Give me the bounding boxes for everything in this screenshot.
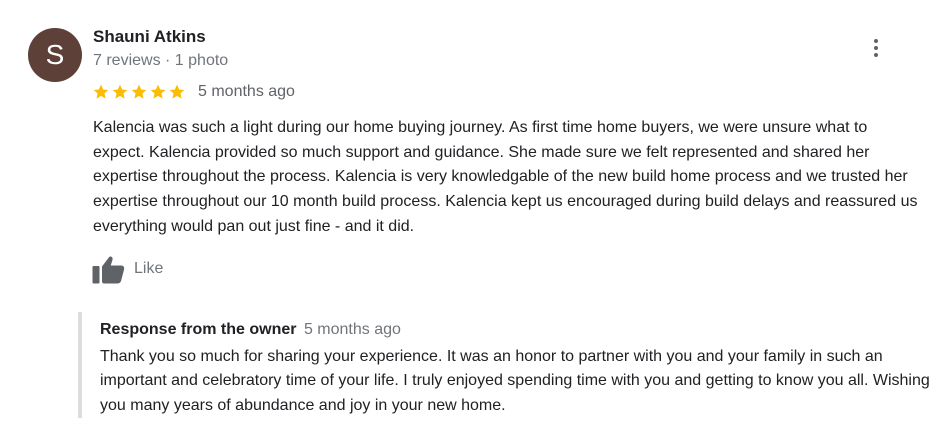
star-icon [169,84,185,99]
star-icon [131,84,147,99]
star-icon [150,84,166,99]
avatar[interactable]: S [28,28,82,82]
more-vert-icon [874,39,878,43]
owner-response-date: 5 months ago [303,321,401,338]
reviewer-meta: 7 reviews · 1 photo [93,52,229,69]
rating-row: 5 months ago [92,81,295,103]
owner-response-header: Response from the owner 5 months ago [100,321,401,339]
reviewer-name[interactable]: Shauni Atkins [93,27,206,47]
thumbs-up-icon [92,255,125,283]
star-icon [93,84,109,99]
star-icon [112,84,128,99]
owner-response-title: Response from the owner [100,321,297,338]
like-label: Like [134,260,164,277]
like-button[interactable]: Like [92,254,163,284]
review-text: Kalencia was such a light during our hom… [93,119,918,235]
review-date: 5 months ago [198,83,295,100]
more-options-button[interactable] [862,34,890,62]
review-card: S Shauni Atkins 7 reviews · 1 photo 5 mo… [0,0,942,442]
owner-response: Response from the owner 5 months ago Tha… [78,312,932,418]
owner-response-text: Thank you so much for sharing your exper… [100,348,930,414]
star-rating [92,83,187,101]
